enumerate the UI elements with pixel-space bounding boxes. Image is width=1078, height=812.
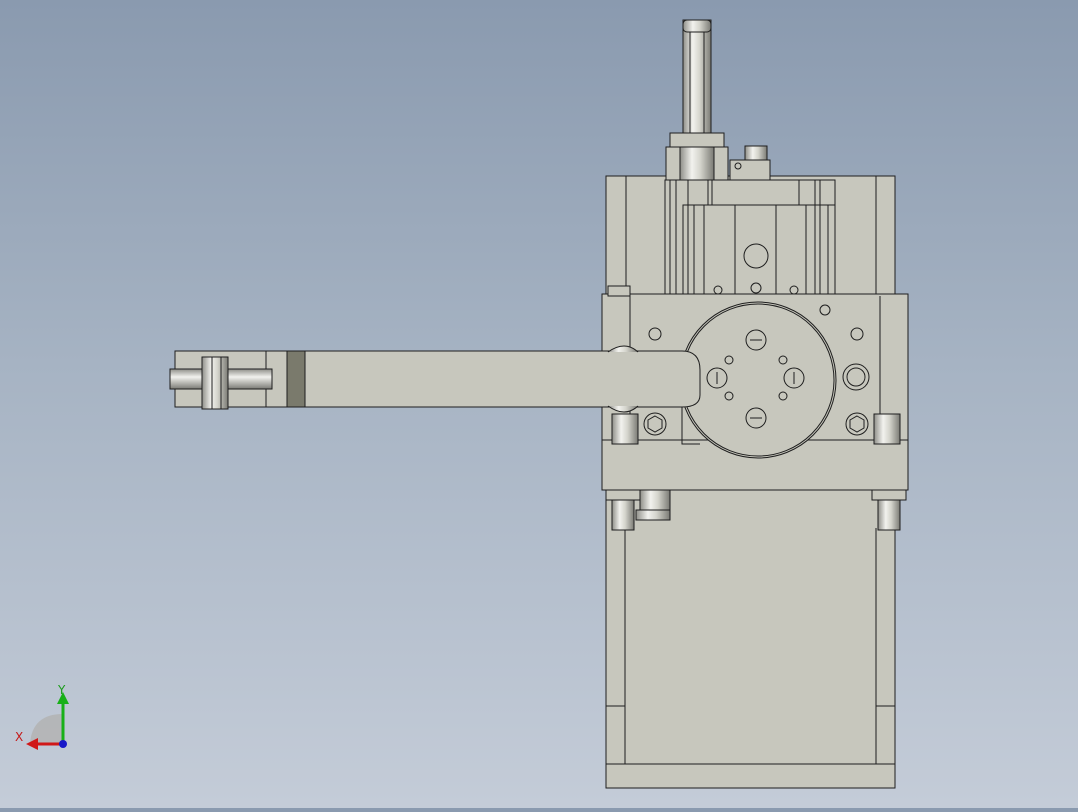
upper-housing	[605, 175, 896, 297]
y-axis-label: Y	[58, 683, 66, 697]
triad-arc	[30, 714, 63, 744]
cad-viewport[interactable]: Y X	[0, 0, 1078, 808]
z-axis-dot	[59, 740, 67, 748]
orientation-triad: Y X	[10, 683, 80, 754]
swing-arm	[169, 345, 701, 413]
top-rod	[665, 19, 771, 181]
cad-model-drawing	[169, 19, 909, 789]
x-axis-label: X	[15, 730, 24, 744]
lower-housing	[605, 487, 896, 789]
